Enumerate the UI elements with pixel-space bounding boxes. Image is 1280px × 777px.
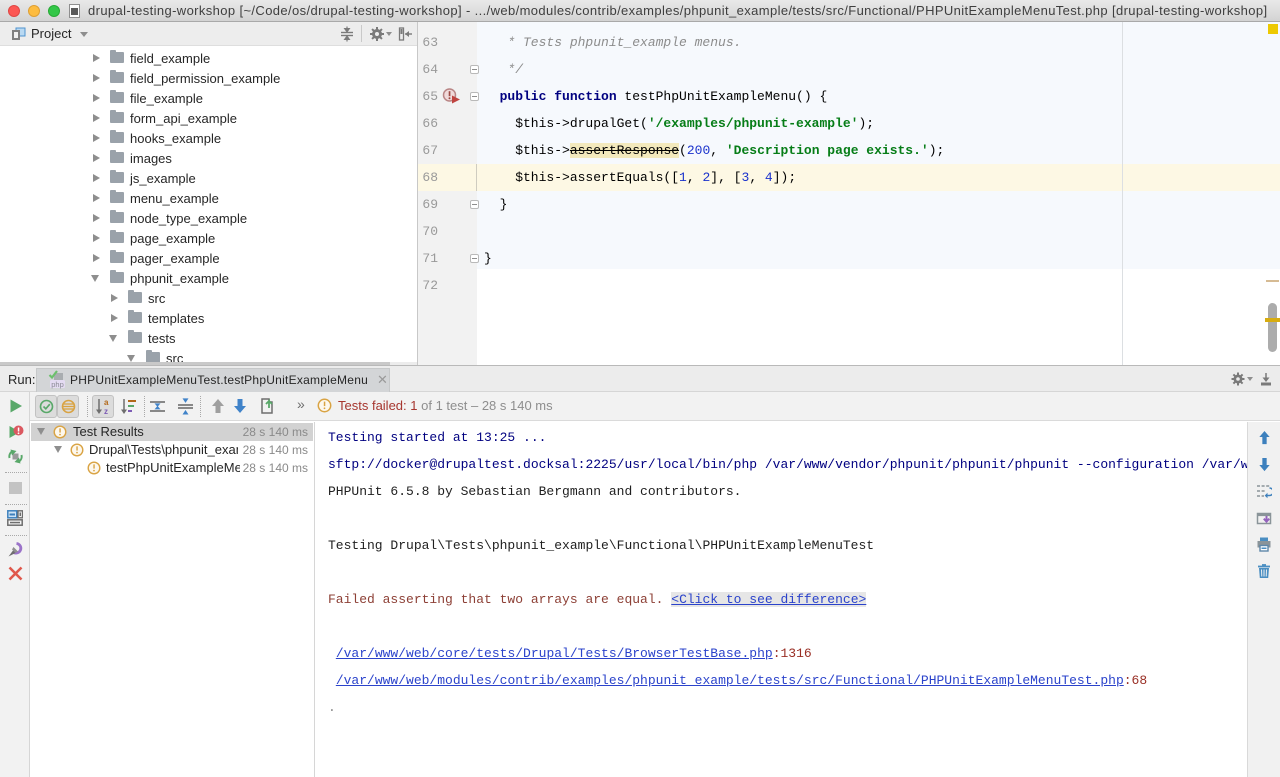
svg-text:a: a bbox=[104, 398, 109, 407]
svg-text:php: php bbox=[51, 380, 64, 389]
svg-text:z: z bbox=[104, 407, 108, 415]
